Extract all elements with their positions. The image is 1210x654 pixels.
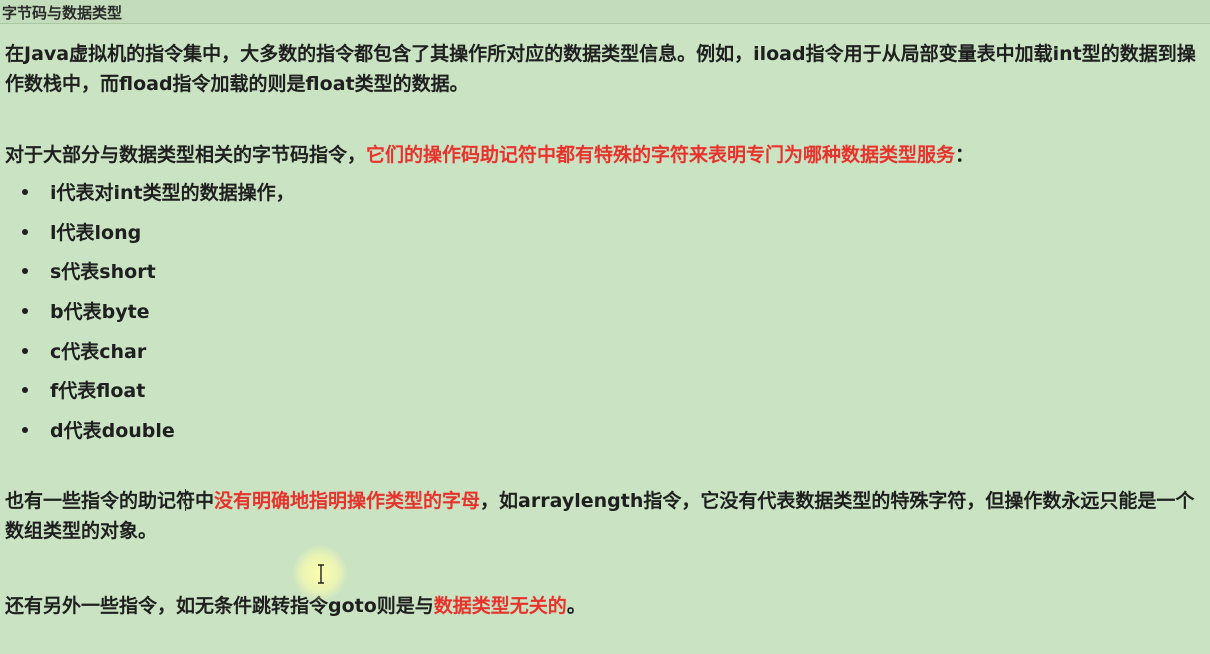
- list-item: c代表char: [22, 340, 146, 364]
- bullet-dot-icon: [22, 347, 28, 354]
- list-item-text: f代表float: [50, 380, 146, 402]
- list-item-text: s代表short: [50, 261, 156, 283]
- list-item: f代表float: [22, 379, 145, 403]
- bullet-dot-icon: [22, 307, 28, 314]
- list-item: i代表对int类型的数据操作，: [22, 181, 295, 205]
- list-item-text: c代表char: [50, 341, 147, 363]
- document-title: 字节码与数据类型: [2, 4, 123, 22]
- paragraph-java-instruction-types: 在Java虚拟机的指令集中，大多数的指令都包含了其操作所对应的数据类型信息。例如…: [5, 43, 1196, 95]
- paragraph-opcode-mnemonics: 对于大部分与数据类型相关的字节码指令，它们的操作码助记符中都有特殊的字符来表明专…: [5, 140, 1205, 170]
- paragraph-arraylength-highlight: 没有明确地指明操作类型的字母: [214, 490, 481, 512]
- list-item-text: l代表long: [50, 222, 142, 244]
- document-header: 字节码与数据类型: [0, 0, 1210, 24]
- list-item: l代表long: [22, 221, 141, 245]
- paragraph-goto-prefix: 还有另外一些指令，如无条件跳转指令goto则是与: [5, 595, 434, 617]
- list-item-text: i代表对int类型的数据操作，: [50, 182, 295, 204]
- list-item-text: d代表double: [50, 420, 175, 442]
- paragraph-goto-suffix: 。: [566, 595, 586, 617]
- paragraph-goto-highlight: 数据类型无关的: [433, 595, 567, 617]
- paragraph-opcode-prefix: 对于大部分与数据类型相关的字节码指令，: [5, 144, 367, 166]
- bullet-dot-icon: [22, 267, 28, 274]
- bullet-dot-icon: [22, 188, 28, 195]
- bullet-dot-icon: [22, 228, 28, 235]
- list-item: d代表double: [22, 419, 175, 443]
- paragraph-arraylength-prefix: 也有一些指令的助记符中: [5, 490, 215, 512]
- list-item: b代表byte: [22, 300, 150, 324]
- paragraph-opcode-highlight: 它们的操作码助记符中都有特殊的字符来表明专门为哪种数据类型服务: [366, 144, 956, 166]
- text-cursor-icon: [318, 564, 324, 584]
- bullet-dot-icon: [22, 386, 28, 393]
- list-item: s代表short: [22, 260, 156, 284]
- paragraph-opcode-suffix: ：: [955, 144, 975, 166]
- paragraph-goto: 还有另外一些指令，如无条件跳转指令goto则是与数据类型无关的。: [5, 591, 1205, 621]
- text-caret: [185, 489, 186, 511]
- bullet-dot-icon: [22, 426, 28, 433]
- list-item-text: b代表byte: [50, 301, 150, 323]
